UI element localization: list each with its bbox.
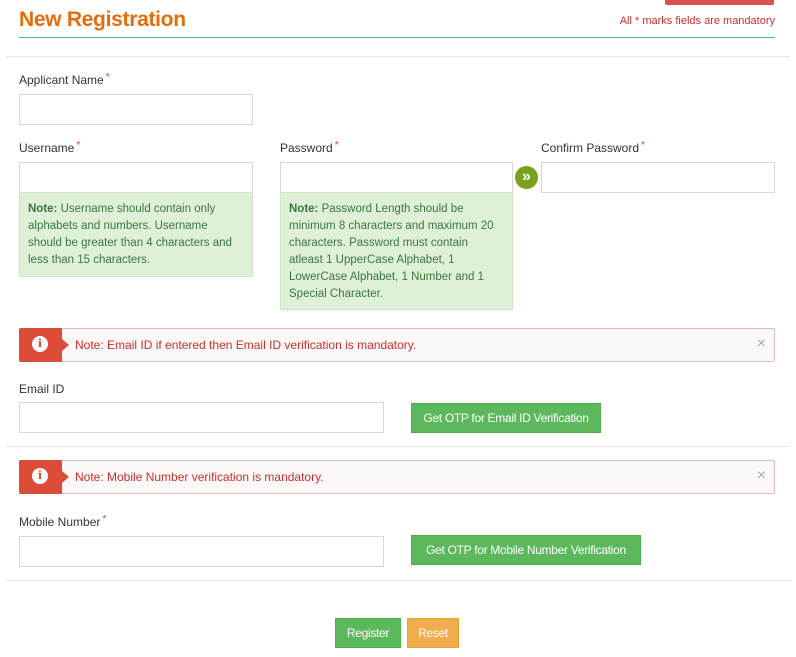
alert-icon-container: i (19, 328, 69, 362)
username-label: Username * (19, 140, 81, 155)
mobile-alert: i Note: Mobile Number verification is ma… (19, 460, 775, 494)
applicant-name-label-text: Applicant Name (19, 73, 104, 87)
divider (6, 446, 790, 447)
password-label: Password * (280, 140, 339, 155)
username-note: Note: Username should contain only alpha… (19, 192, 253, 277)
page-header: New Registration All * marks fields are … (19, 8, 775, 38)
required-marker: * (105, 72, 110, 83)
close-icon[interactable]: × (757, 467, 766, 485)
register-button[interactable]: Register (335, 618, 401, 648)
username-input[interactable] (19, 162, 253, 193)
email-alert-text: Note: Email ID if entered then Email ID … (75, 338, 417, 352)
email-input[interactable] (19, 402, 384, 433)
applicant-name-input[interactable] (19, 94, 253, 125)
alert-icon-container: i (19, 460, 69, 494)
mandatory-fields-note: All * marks fields are mandatory (619, 15, 775, 27)
double-chevron-right-icon[interactable]: » (515, 166, 538, 189)
mobile-otp-button[interactable]: Get OTP for Mobile Number Verification (411, 535, 641, 565)
note-prefix: Note: (289, 203, 319, 215)
close-icon[interactable]: × (757, 335, 766, 353)
email-otp-button[interactable]: Get OTP for Email ID Verification (411, 403, 601, 433)
email-alert: i Note: Email ID if entered then Email I… (19, 328, 775, 362)
password-input[interactable] (280, 162, 513, 193)
note-prefix: Note: (28, 203, 58, 215)
divider (6, 580, 790, 581)
required-marker: * (76, 140, 81, 151)
info-icon: i (32, 468, 48, 484)
password-note: Note: Password Length should be minimum … (280, 192, 513, 310)
top-action-button[interactable] (665, 0, 774, 5)
confirm-password-label-text: Confirm Password (541, 141, 640, 155)
page-title: New Registration (19, 8, 186, 31)
reset-button[interactable]: Reset (407, 618, 459, 648)
mobile-label: Mobile Number * (19, 514, 107, 529)
mobile-input[interactable] (19, 536, 384, 567)
mobile-label-text: Mobile Number (19, 515, 101, 529)
mobile-alert-text: Note: Mobile Number verification is mand… (75, 470, 324, 484)
username-label-text: Username (19, 141, 75, 155)
username-note-text: Username should contain only alphabets a… (28, 203, 232, 266)
divider (6, 56, 790, 57)
confirm-password-label: Confirm Password * (541, 140, 645, 155)
confirm-password-input[interactable] (541, 162, 775, 193)
applicant-name-label: Applicant Name * (19, 72, 110, 87)
required-marker: * (334, 140, 339, 151)
info-icon: i (32, 336, 48, 352)
required-marker: * (102, 514, 107, 525)
email-label: Email ID (19, 382, 65, 396)
password-label-text: Password (280, 141, 333, 155)
required-marker: * (641, 140, 645, 151)
password-note-text: Password Length should be minimum 8 char… (289, 203, 494, 300)
